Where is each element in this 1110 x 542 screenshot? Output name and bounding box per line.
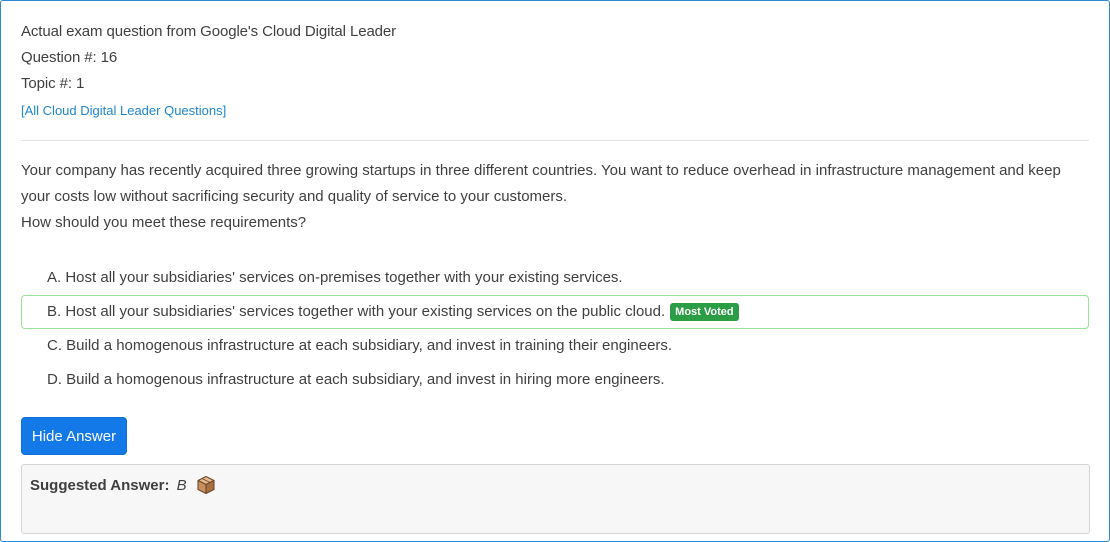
divider — [21, 140, 1089, 141]
most-voted-badge: Most Voted — [670, 303, 739, 321]
choice-b[interactable]: B. Host all your subsidiaries' services … — [21, 295, 1089, 329]
suggested-answer-label: Suggested Answer: — [30, 477, 170, 494]
choice-d-label: D. Build a homogenous infrastructure at … — [47, 371, 665, 388]
hide-answer-button[interactable]: Hide Answer — [21, 417, 127, 455]
choice-c[interactable]: C. Build a homogenous infrastructure at … — [21, 329, 1089, 363]
topic-number: Topic #: 1 — [21, 75, 85, 92]
choice-a-label: A. Host all your subsidiaries' services … — [47, 269, 623, 286]
box-icon[interactable] — [196, 475, 216, 499]
question-card: Actual exam question from Google's Cloud… — [0, 0, 1110, 542]
choice-b-label: B. Host all your subsidiaries' services … — [47, 303, 666, 320]
suggested-answer-value: B — [176, 477, 187, 494]
all-questions-link[interactable]: [All Cloud Digital Leader Questions] — [21, 103, 226, 118]
choice-c-label: C. Build a homogenous infrastructure at … — [47, 337, 673, 354]
suggested-answer-box: Suggested Answer: B — [21, 464, 1090, 534]
choice-d[interactable]: D. Build a homogenous infrastructure at … — [21, 363, 1089, 397]
question-prompt: How should you meet these requirements? — [21, 214, 307, 231]
choice-a[interactable]: A. Host all your subsidiaries' services … — [21, 261, 1089, 295]
question-text: Your company has recently acquired three… — [21, 162, 1061, 205]
question-number: Question #: 16 — [21, 49, 118, 66]
exam-title: Actual exam question from Google's Cloud… — [21, 23, 397, 40]
suggested-answer: Suggested Answer: B — [30, 475, 216, 499]
question-body: Your company has recently acquired three… — [21, 158, 1089, 236]
